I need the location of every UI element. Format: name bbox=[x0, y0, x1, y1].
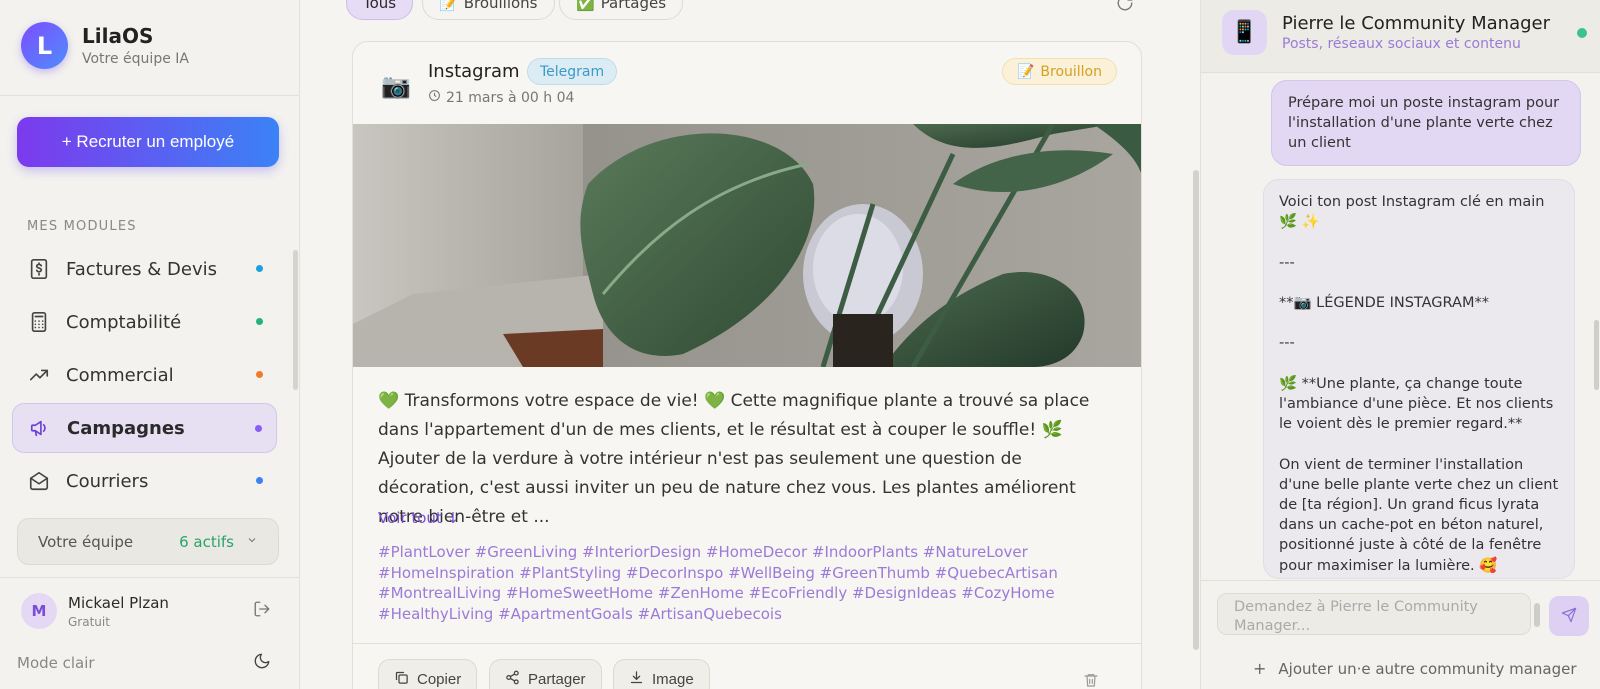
send-icon bbox=[1561, 607, 1577, 626]
team-label: Votre équipe bbox=[38, 532, 134, 551]
status-dot bbox=[256, 318, 263, 325]
hashtags: #PlantLover #GreenLiving #InteriorDesign… bbox=[378, 543, 1058, 623]
add-manager-label: Ajouter un·e autre community manager bbox=[1278, 659, 1577, 678]
sidebar-item-label: Factures & Devis bbox=[66, 258, 217, 280]
logout-icon[interactable] bbox=[253, 600, 271, 622]
brand-subtitle: Votre équipe IA bbox=[82, 51, 189, 67]
sidebar-item-factures[interactable]: Factures & Devis bbox=[12, 244, 277, 294]
input-scrollbar[interactable] bbox=[1534, 603, 1540, 627]
mode-label: Mode clair bbox=[17, 654, 95, 672]
check-icon: ✅ bbox=[576, 0, 595, 12]
share-button[interactable]: Partager bbox=[489, 659, 602, 689]
bot-message-text: Voici ton post Instagram clé en main 🌿 ✨… bbox=[1279, 194, 1559, 574]
chat-input[interactable] bbox=[1217, 593, 1531, 635]
agent-icon: 📱 bbox=[1230, 20, 1259, 45]
team-count: 6 actifs bbox=[179, 532, 234, 551]
filter-tous[interactable]: Tous bbox=[346, 0, 414, 20]
theme-toggle[interactable]: Mode clair bbox=[17, 652, 271, 674]
sidebar-scrollbar[interactable] bbox=[293, 250, 298, 390]
filter-label: Brouillons bbox=[463, 0, 538, 12]
sidebar-item-courriers[interactable]: Courriers bbox=[12, 456, 277, 506]
share-label: Partager bbox=[528, 670, 586, 688]
divider bbox=[0, 95, 299, 96]
divider bbox=[353, 643, 1141, 644]
copy-icon bbox=[394, 670, 409, 689]
post-card: 📷 Instagram Telegram 21 mars à 00 h 04 📝… bbox=[352, 41, 1142, 689]
bot-message: Voici ton post Instagram clé en main 🌿 ✨… bbox=[1263, 179, 1575, 579]
download-icon bbox=[629, 670, 644, 689]
share-icon bbox=[505, 670, 520, 689]
copy-label: Copier bbox=[417, 670, 462, 688]
sidebar-item-label: Campagnes bbox=[67, 417, 185, 439]
user-profile: M Mickael Plzan Gratuit bbox=[21, 593, 271, 629]
status-badge: 📝 Brouillon bbox=[1001, 58, 1117, 85]
clock-icon bbox=[428, 89, 441, 106]
agent-role: Posts, réseaux sociaux et contenu bbox=[1282, 36, 1521, 52]
draft-icon: 📝 bbox=[439, 0, 458, 12]
sidebar: L LilaOS Votre équipe IA + Recruter un e… bbox=[0, 0, 300, 689]
filter-brouillons[interactable]: 📝 Brouillons bbox=[422, 0, 555, 20]
main-scrollbar[interactable] bbox=[1193, 170, 1199, 650]
status-dot bbox=[256, 265, 263, 272]
main-feed: Tous 📝 Brouillons ✅ Partagés 📷 Instagram… bbox=[301, 0, 1199, 689]
sidebar-item-comptabilite[interactable]: Comptabilité bbox=[12, 297, 277, 347]
copy-button[interactable]: Copier bbox=[378, 659, 478, 689]
image-label: Image bbox=[652, 670, 694, 688]
trash-icon[interactable] bbox=[1083, 672, 1099, 689]
user-plan: Gratuit bbox=[68, 614, 110, 629]
moon-icon[interactable] bbox=[253, 652, 271, 674]
brand[interactable]: L LilaOS Votre équipe IA bbox=[21, 22, 189, 69]
avatar[interactable]: M bbox=[21, 593, 57, 629]
add-manager-button[interactable]: + Ajouter un·e autre community manager bbox=[1253, 659, 1577, 678]
filter-partages[interactable]: ✅ Partagés bbox=[559, 0, 684, 20]
platform-name: Instagram bbox=[428, 61, 520, 82]
status-dot bbox=[256, 371, 263, 378]
post-date: 21 mars à 00 h 04 bbox=[428, 89, 574, 106]
dollar-icon bbox=[27, 257, 51, 281]
sidebar-item-label: Commercial bbox=[66, 364, 174, 386]
camera-icon: 📷 bbox=[381, 72, 411, 100]
channel-badge: Telegram bbox=[527, 58, 618, 85]
megaphone-icon bbox=[28, 416, 52, 440]
post-header: 📷 Instagram Telegram 21 mars à 00 h 04 📝… bbox=[353, 42, 1141, 124]
status-dot bbox=[255, 425, 262, 432]
online-status-dot bbox=[1577, 28, 1587, 38]
team-selector[interactable]: Votre équipe 6 actifs bbox=[17, 518, 279, 565]
recruit-employee-button[interactable]: + Recruter un employé bbox=[17, 117, 279, 167]
brand-name: LilaOS bbox=[82, 24, 154, 48]
trending-up-icon bbox=[27, 363, 51, 387]
chat-panel: 📱 Pierre le Community Manager Posts, rés… bbox=[1200, 0, 1600, 689]
post-body: 💚 Transformons votre espace de vie! 💚 Ce… bbox=[378, 391, 1090, 527]
modules-title: MES MODULES bbox=[27, 219, 137, 234]
post-image bbox=[353, 124, 1141, 367]
phone-icon: 📱 bbox=[1222, 10, 1267, 55]
sidebar-item-campagnes[interactable]: Campagnes bbox=[12, 403, 277, 453]
chevron-down-icon bbox=[246, 534, 258, 549]
chat-header: 📱 Pierre le Community Manager Posts, rés… bbox=[1201, 0, 1600, 73]
divider bbox=[0, 577, 299, 578]
sidebar-item-commercial[interactable]: Commercial bbox=[12, 350, 277, 400]
brand-logo: L bbox=[21, 22, 68, 69]
divider bbox=[1201, 580, 1600, 581]
brand-logo-letter: L bbox=[36, 31, 53, 60]
filter-label: Partagés bbox=[600, 0, 667, 12]
refresh-icon[interactable] bbox=[1116, 0, 1134, 16]
sidebar-item-label: Courriers bbox=[66, 470, 149, 492]
image-download-button[interactable]: Image bbox=[613, 659, 710, 689]
sidebar-item-label: Comptabilité bbox=[66, 311, 182, 333]
plus-icon: + bbox=[1253, 659, 1267, 678]
post-date-text: 21 mars à 00 h 04 bbox=[446, 89, 575, 106]
envelope-icon bbox=[27, 469, 51, 493]
send-button[interactable] bbox=[1549, 596, 1589, 636]
user-name: Mickael Plzan bbox=[68, 593, 169, 612]
agent-name: Pierre le Community Manager bbox=[1282, 13, 1551, 34]
user-message: Prépare moi un poste instagram pour l'in… bbox=[1271, 80, 1581, 166]
see-all-link[interactable]: Voir tout ↓ bbox=[378, 509, 459, 527]
status-dot bbox=[256, 477, 263, 484]
calculator-icon bbox=[27, 310, 51, 334]
draft-icon: 📝 bbox=[1016, 63, 1035, 80]
chat-scrollbar[interactable] bbox=[1594, 320, 1599, 390]
filter-label: Tous bbox=[363, 0, 397, 12]
status-label: Brouillon bbox=[1040, 63, 1102, 80]
